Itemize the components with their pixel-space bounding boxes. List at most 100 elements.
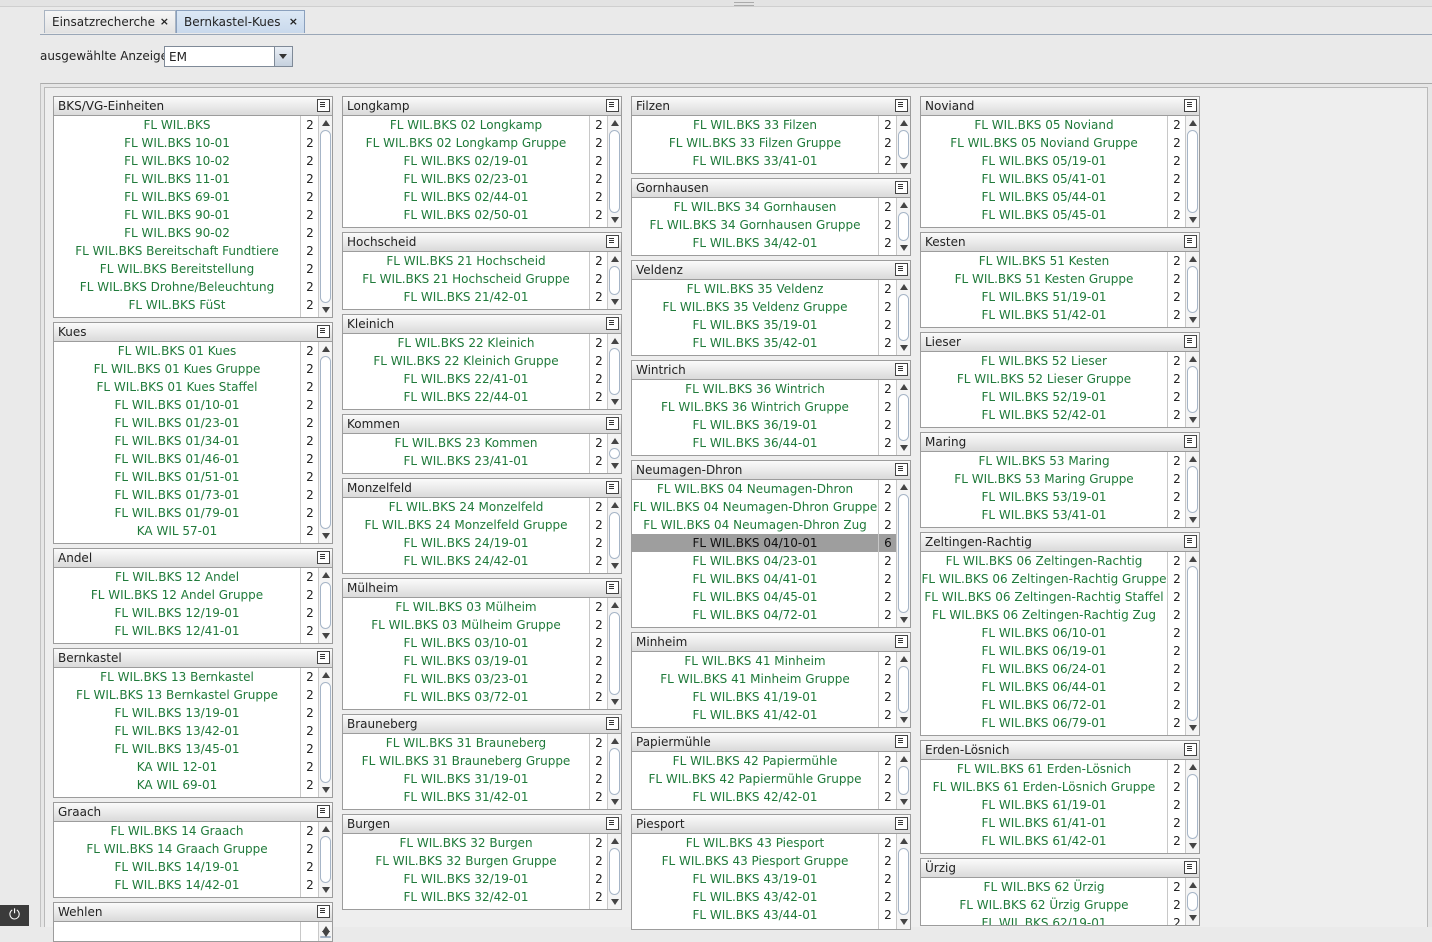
scroll-down-icon[interactable] bbox=[611, 699, 619, 705]
scroll-thumb[interactable] bbox=[898, 212, 909, 241]
scroll-thumb[interactable] bbox=[1187, 466, 1198, 513]
unit-item[interactable]: FL WIL.BKS 21/42-01 bbox=[343, 288, 589, 306]
list-view-icon[interactable] bbox=[606, 581, 619, 594]
list-view-icon[interactable] bbox=[895, 817, 908, 830]
scrollbar[interactable] bbox=[607, 734, 621, 809]
list-view-icon[interactable] bbox=[606, 235, 619, 248]
scrollbar[interactable] bbox=[1185, 760, 1199, 853]
scroll-up-icon[interactable] bbox=[611, 838, 619, 844]
unit-item[interactable]: FL WIL.BKS 43 Piesport Gruppe bbox=[632, 852, 878, 870]
scrollbar[interactable] bbox=[607, 834, 621, 909]
scroll-up-icon[interactable] bbox=[900, 484, 908, 490]
unit-item[interactable]: FL WIL.BKS 33 Filzen bbox=[632, 116, 878, 134]
unit-item[interactable]: FL WIL.BKS 04 Neumagen-Dhron bbox=[632, 480, 878, 498]
unit-item[interactable]: FL WIL.BKS 13/42-01 bbox=[54, 722, 300, 740]
unit-item[interactable]: FL WIL.BKS 03/23-01 bbox=[343, 670, 589, 688]
scrollbar[interactable] bbox=[896, 116, 910, 173]
scrollbar[interactable] bbox=[1185, 252, 1199, 327]
unit-item[interactable]: FL WIL.BKS 02/23-01 bbox=[343, 170, 589, 188]
scrollbar[interactable] bbox=[318, 116, 332, 317]
list-view-icon[interactable] bbox=[895, 635, 908, 648]
scroll-up-icon[interactable] bbox=[1189, 456, 1197, 462]
unit-item[interactable]: FL WIL.BKS 32/19-01 bbox=[343, 870, 589, 888]
unit-item[interactable]: FL WIL.BKS 35/42-01 bbox=[632, 334, 878, 352]
scroll-thumb[interactable] bbox=[898, 666, 909, 713]
scrollbar[interactable] bbox=[607, 334, 621, 409]
unit-item[interactable]: FL WIL.BKS 52 Lieser Gruppe bbox=[921, 370, 1167, 388]
list-view-icon[interactable] bbox=[606, 717, 619, 730]
unit-item[interactable]: FL WIL.BKS 13 Bernkastel Gruppe bbox=[54, 686, 300, 704]
resize-grip[interactable] bbox=[734, 2, 754, 6]
unit-item[interactable]: FL WIL.BKS 21 Hochscheid Gruppe bbox=[343, 270, 589, 288]
tab-einsatzrecherche[interactable]: Einsatzrecherche × bbox=[44, 10, 176, 33]
scroll-up-icon[interactable] bbox=[611, 502, 619, 508]
unit-item[interactable]: FL WIL.BKS 05/41-01 bbox=[921, 170, 1167, 188]
unit-item[interactable]: FL WIL.BKS 03 Mülheim bbox=[343, 598, 589, 616]
unit-item[interactable]: FL WIL.BKS 24 Monzelfeld bbox=[343, 498, 589, 516]
unit-item[interactable]: FL WIL.BKS 22 Kleinich bbox=[343, 334, 589, 352]
scrollbar[interactable] bbox=[896, 480, 910, 627]
scroll-down-icon[interactable] bbox=[322, 633, 330, 639]
unit-item[interactable]: FL WIL.BKS 06 Zeltingen-Rachtig Gruppe bbox=[921, 570, 1167, 588]
unit-item[interactable]: FL WIL.BKS 24 Monzelfeld Gruppe bbox=[343, 516, 589, 534]
unit-item[interactable]: FL WIL.BKS 22 Kleinich Gruppe bbox=[343, 352, 589, 370]
unit-item[interactable]: FL WIL.BKS 53/19-01 bbox=[921, 488, 1167, 506]
scroll-down-icon[interactable] bbox=[900, 717, 908, 723]
unit-item[interactable]: FL WIL.BKS Bereitschaft Fundtiere bbox=[54, 242, 300, 260]
scroll-up-icon[interactable] bbox=[1189, 120, 1197, 126]
unit-item[interactable]: FL WIL.BKS 22/44-01 bbox=[343, 388, 589, 406]
scroll-thumb[interactable] bbox=[1187, 130, 1198, 213]
unit-item[interactable]: FL WIL.BKS 01 Kues Gruppe bbox=[54, 360, 300, 378]
scrollbar[interactable] bbox=[1185, 116, 1199, 227]
scroll-down-icon[interactable] bbox=[322, 533, 330, 539]
unit-item[interactable]: FL WIL.BKS 41/19-01 bbox=[632, 688, 878, 706]
tab-bernkastel-kues[interactable]: Bernkastel-Kues × bbox=[176, 10, 305, 33]
unit-item[interactable]: FL WIL.BKS 04 Neumagen-Dhron Gruppe bbox=[632, 498, 878, 516]
unit-item[interactable]: FL WIL.BKS 12/19-01 bbox=[54, 604, 300, 622]
scrollbar[interactable] bbox=[318, 922, 332, 941]
unit-item[interactable]: FL WIL.BKS 13 Bernkastel bbox=[54, 668, 300, 686]
display-selector-combo[interactable]: EM bbox=[164, 46, 293, 67]
unit-item[interactable]: FL WIL.BKS 33 Filzen Gruppe bbox=[632, 134, 878, 152]
unit-item[interactable]: FL WIL.BKS 33/41-01 bbox=[632, 152, 878, 170]
scroll-up-icon[interactable] bbox=[322, 826, 330, 832]
unit-item[interactable]: FL WIL.BKS 01 Kues bbox=[54, 342, 300, 360]
scroll-down-icon[interactable] bbox=[322, 931, 330, 937]
scroll-up-icon[interactable] bbox=[900, 384, 908, 390]
scroll-thumb[interactable] bbox=[609, 348, 620, 395]
close-icon[interactable]: × bbox=[289, 11, 298, 33]
unit-item[interactable]: FL WIL.BKS 61/19-01 bbox=[921, 796, 1167, 814]
unit-item[interactable]: FL WIL.BKS 13/19-01 bbox=[54, 704, 300, 722]
unit-item[interactable]: FL WIL.BKS 69-01 bbox=[54, 188, 300, 206]
unit-item[interactable]: FL WIL.BKS 01/46-01 bbox=[54, 450, 300, 468]
unit-item[interactable]: FL WIL.BKS 05 Noviand Gruppe bbox=[921, 134, 1167, 152]
list-view-icon[interactable] bbox=[317, 805, 330, 818]
scrollbar[interactable] bbox=[896, 380, 910, 455]
unit-item[interactable]: FL WIL.BKS 12 Andel bbox=[54, 568, 300, 586]
unit-item[interactable]: FL WIL.BKS FüSt bbox=[54, 296, 300, 314]
unit-item[interactable]: FL WIL.BKS 03 Mülheim Gruppe bbox=[343, 616, 589, 634]
scroll-thumb[interactable] bbox=[1187, 266, 1198, 313]
list-view-icon[interactable] bbox=[606, 417, 619, 430]
unit-item[interactable]: FL WIL.BKS 02/50-01 bbox=[343, 206, 589, 224]
list-view-icon[interactable] bbox=[317, 551, 330, 564]
unit-item[interactable]: FL WIL.BKS 02 Longkamp bbox=[343, 116, 589, 134]
unit-item[interactable]: FL WIL.BKS 03/19-01 bbox=[343, 652, 589, 670]
unit-item[interactable]: FL WIL.BKS Bereitstellung bbox=[54, 260, 300, 278]
scroll-thumb[interactable] bbox=[609, 612, 620, 695]
unit-item[interactable]: FL WIL.BKS 31 Brauneberg Gruppe bbox=[343, 752, 589, 770]
scroll-thumb[interactable] bbox=[898, 130, 909, 159]
unit-item[interactable]: FL WIL.BKS 06/79-01 bbox=[921, 714, 1167, 732]
scroll-down-icon[interactable] bbox=[322, 787, 330, 793]
scroll-up-icon[interactable] bbox=[900, 120, 908, 126]
scroll-down-icon[interactable] bbox=[1189, 915, 1197, 921]
scroll-down-icon[interactable] bbox=[1189, 725, 1197, 731]
unit-item[interactable]: FL WIL.BKS 90-02 bbox=[54, 224, 300, 242]
unit-item[interactable]: FL WIL.BKS 36 Wintrich bbox=[632, 380, 878, 398]
unit-item[interactable]: FL WIL.BKS 32 Burgen bbox=[343, 834, 589, 852]
scroll-up-icon[interactable] bbox=[1189, 256, 1197, 262]
scroll-thumb[interactable] bbox=[320, 356, 331, 529]
unit-item[interactable]: FL WIL.BKS 32/42-01 bbox=[343, 888, 589, 906]
list-view-icon[interactable] bbox=[317, 325, 330, 338]
chevron-down-icon[interactable] bbox=[274, 47, 292, 66]
